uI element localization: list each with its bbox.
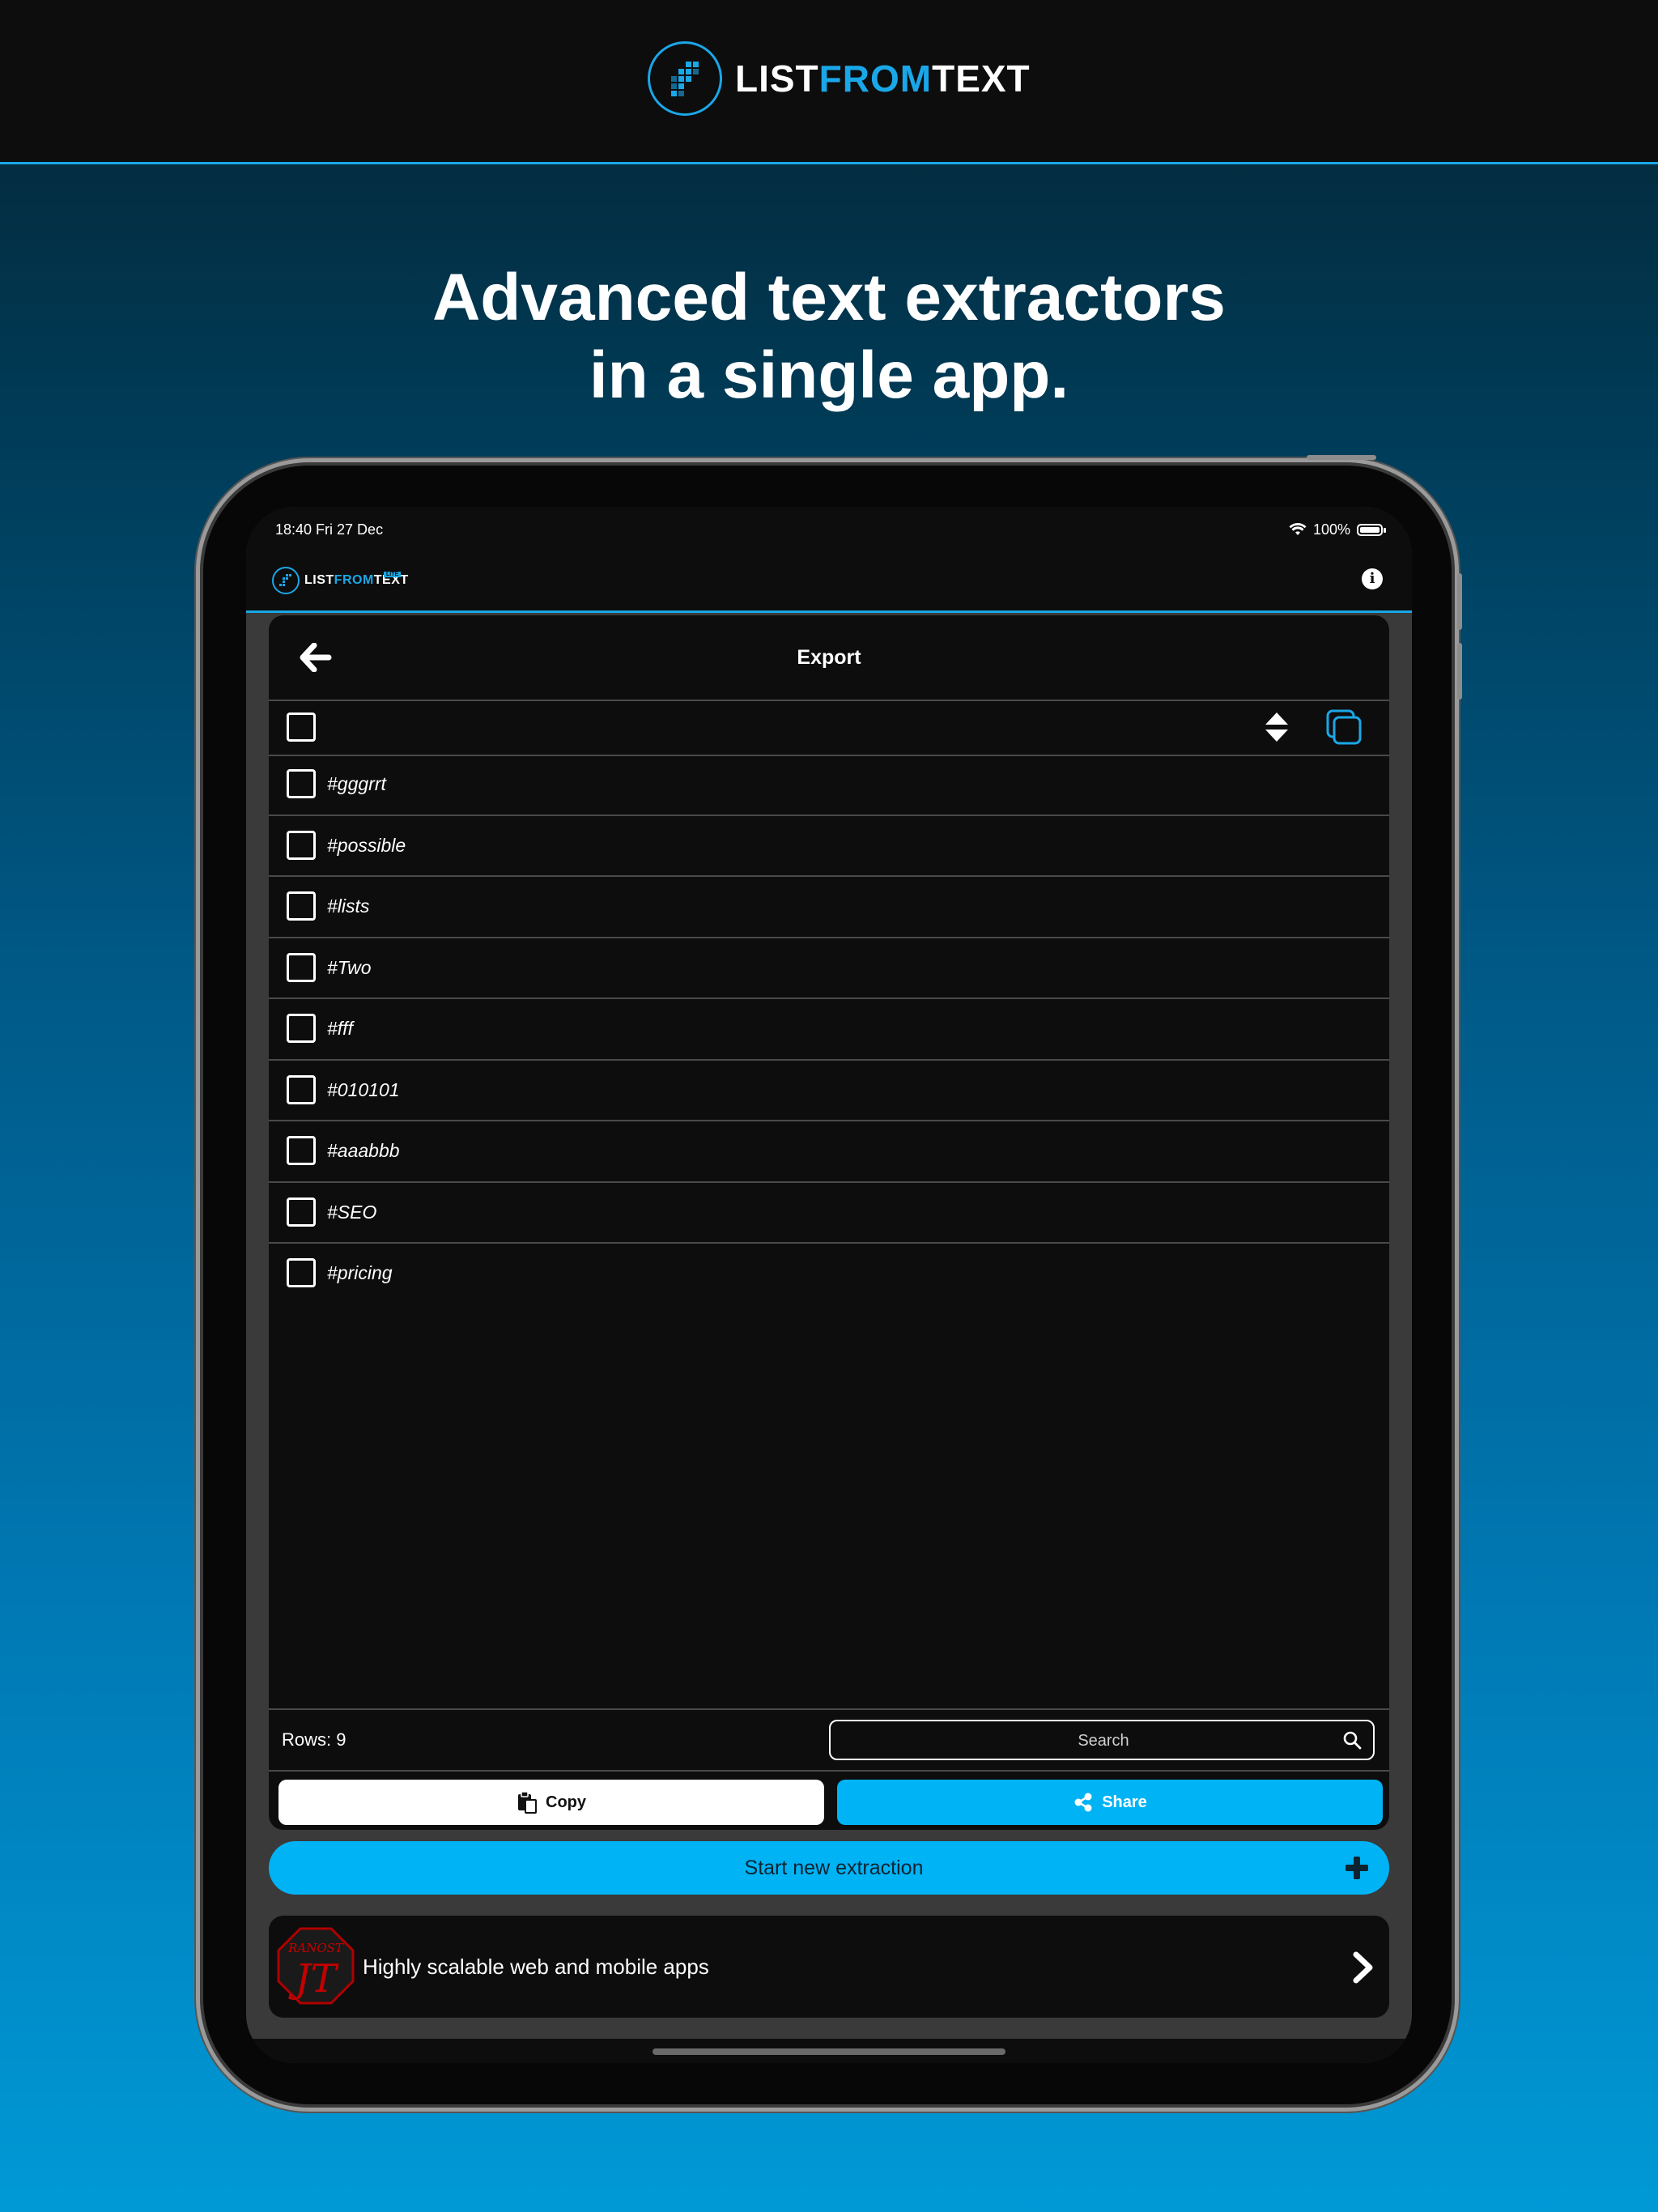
item-text: #Two: [327, 956, 372, 978]
select-all-row: [269, 700, 1389, 756]
ranost-logo-text: RANOST: [287, 1941, 344, 1955]
promo-text: Highly scalable web and mobile apps: [363, 1955, 709, 1979]
logo-grid-icon: [648, 41, 722, 116]
status-right: 100%: [1289, 507, 1386, 552]
headline-line-1: Advanced text extractors: [432, 261, 1226, 334]
list-item[interactable]: #possible: [269, 816, 1389, 877]
list-item[interactable]: #pricing: [269, 1244, 1389, 1304]
headline: Advanced text extractors in a single app…: [0, 259, 1658, 415]
item-text: #possible: [327, 834, 406, 856]
app-bar: LISTFROMTEXT LITE i: [246, 552, 1412, 613]
share-button-label: Share: [1102, 1793, 1147, 1811]
item-checkbox[interactable]: [287, 1014, 316, 1043]
headline-line-2: in a single app.: [589, 338, 1069, 412]
back-arrow-icon[interactable]: [300, 643, 332, 672]
item-text: #SEO: [327, 1201, 377, 1223]
copy-button-label: Copy: [546, 1793, 586, 1811]
item-text: #010101: [327, 1078, 400, 1100]
copy-all-icon[interactable]: [1326, 709, 1362, 745]
export-card: Export #gggrrt #possible #lists #Two #fff #01…: [269, 615, 1389, 1830]
brand-logo: LISTFROMTEXT: [648, 39, 1031, 118]
wifi-icon: [1289, 523, 1307, 535]
lite-tag: LITE: [384, 572, 402, 577]
list-item[interactable]: #010101: [269, 1061, 1389, 1121]
item-checkbox[interactable]: [287, 952, 316, 982]
volume-up-button: [1457, 573, 1462, 630]
status-time: 18:40 Fri 27 Dec: [275, 521, 384, 538]
item-checkbox[interactable]: [287, 1136, 316, 1165]
tablet-screen: 18:40 Fri 27 Dec 100% LISTFROMTEXT LITE …: [246, 507, 1412, 2063]
status-bar: 18:40 Fri 27 Dec 100%: [246, 507, 1412, 552]
app-logo-icon: [272, 567, 300, 594]
battery-percent: 100%: [1312, 521, 1350, 538]
item-text: #fff: [327, 1018, 353, 1039]
item-checkbox[interactable]: [287, 891, 316, 921]
ranost-logo-icon: RANOST JT: [277, 1927, 355, 2005]
list-item[interactable]: #fff: [269, 999, 1389, 1061]
list-item[interactable]: #gggrrt: [269, 755, 1389, 816]
plus-icon: [1346, 1857, 1368, 1879]
select-all-checkbox[interactable]: [287, 713, 316, 742]
start-button-label: Start new extraction: [744, 1857, 924, 1879]
item-text: #lists: [327, 895, 370, 917]
card-header: Export: [269, 615, 1389, 701]
list-item[interactable]: #SEO: [269, 1183, 1389, 1244]
search-icon[interactable]: [1342, 1730, 1362, 1750]
copy-button[interactable]: Copy: [278, 1780, 824, 1825]
volume-down-button: [1457, 643, 1462, 700]
sort-icon[interactable]: [1263, 711, 1290, 743]
item-checkbox[interactable]: [287, 1197, 316, 1227]
clipboard-icon: [518, 1791, 537, 1814]
start-new-extraction-button[interactable]: Start new extraction: [269, 1841, 1389, 1895]
search-box[interactable]: [829, 1720, 1376, 1760]
chevron-right-icon: [1353, 1951, 1373, 1984]
battery-icon: [1357, 523, 1386, 536]
svg-text:JT: JT: [287, 1956, 338, 2001]
item-text: #pricing: [327, 1262, 393, 1283]
share-icon: [1074, 1793, 1092, 1812]
info-icon[interactable]: i: [1362, 568, 1383, 589]
list-footer: Rows: 9: [269, 1708, 1389, 1772]
home-indicator[interactable]: [653, 2048, 1005, 2055]
list-item[interactable]: #lists: [269, 877, 1389, 938]
list-item[interactable]: #Two: [269, 938, 1389, 999]
search-input[interactable]: [831, 1721, 1376, 1760]
top-banner: LISTFROMTEXT: [0, 0, 1658, 164]
brand-name: LISTFROMTEXT: [735, 57, 1031, 100]
item-checkbox[interactable]: [287, 830, 316, 860]
item-checkbox[interactable]: [287, 1258, 316, 1287]
item-text: #aaabbb: [327, 1140, 400, 1161]
item-checkbox[interactable]: [287, 769, 316, 798]
page-title: Export: [797, 646, 861, 669]
rows-count: Rows: 9: [282, 1729, 346, 1750]
item-checkbox[interactable]: [287, 1074, 316, 1104]
top-button: [1307, 455, 1376, 460]
item-text: #gggrrt: [327, 773, 386, 794]
share-button[interactable]: Share: [837, 1780, 1383, 1825]
list-item[interactable]: #aaabbb: [269, 1121, 1389, 1183]
promo-banner[interactable]: RANOST JT Highly scalable web and mobile…: [269, 1916, 1389, 2018]
